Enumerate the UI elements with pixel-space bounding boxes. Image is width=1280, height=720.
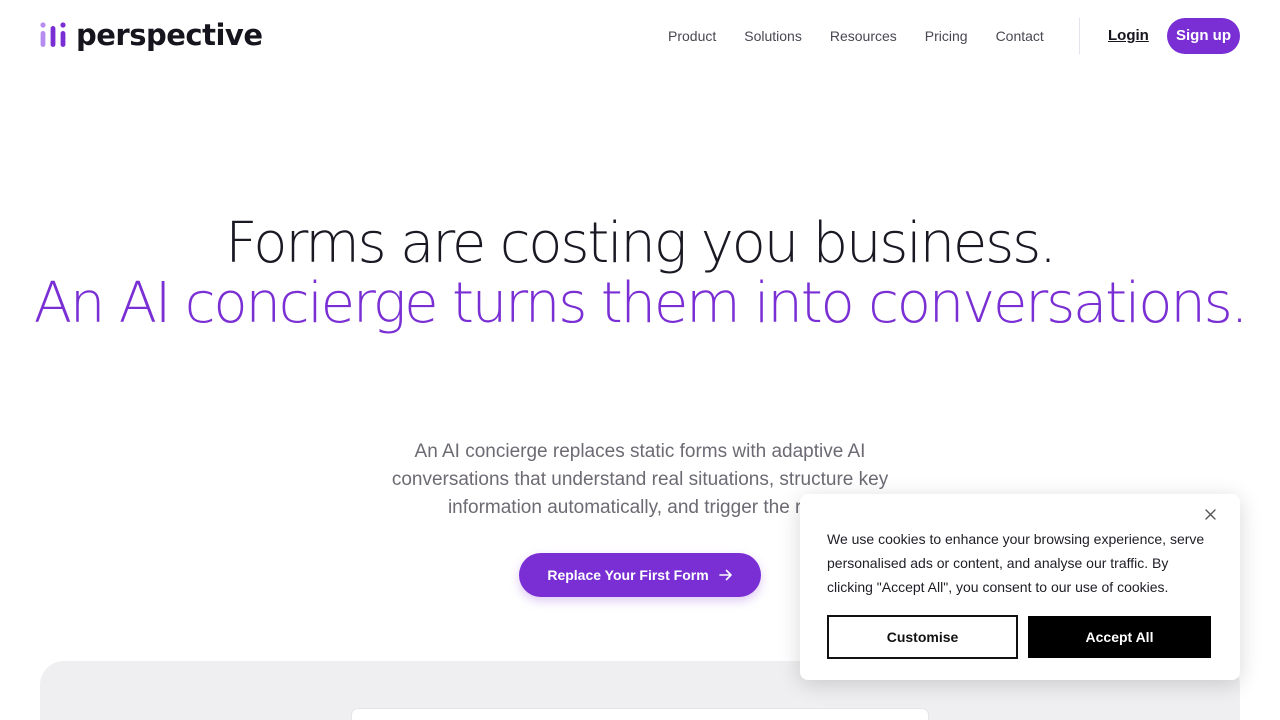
nav-divider [1079,18,1080,54]
perspective-logo-icon [40,22,66,47]
product-preview-card [352,709,928,720]
cta-label: Replace Your First Form [547,567,709,583]
hero-title: Forms are costing you business. An AI co… [0,214,1280,334]
close-icon [1204,508,1216,520]
main-nav: Product Solutions Resources Pricing Cont… [668,26,1072,46]
cookie-banner: We use cookies to enhance your browsing … [800,494,1240,680]
arrow-right-icon [718,569,732,581]
replace-first-form-button[interactable]: Replace Your First Form [519,553,761,597]
nav-contact[interactable]: Contact [996,26,1044,46]
nav-product[interactable]: Product [668,26,716,46]
cookie-message: We use cookies to enhance your browsing … [827,531,1205,595]
hero-title-line2: An AI concierge turns them into conversa… [33,271,1249,336]
nav-solutions[interactable]: Solutions [744,26,802,46]
nav-pricing[interactable]: Pricing [925,26,968,46]
cookie-close-button[interactable] [1200,504,1220,524]
logo-wordmark: perspective [76,18,263,52]
login-link[interactable]: Login [1108,26,1149,46]
hero-title-line1: Forms are costing you business. [225,211,1057,276]
site-header: perspective Product Solutions Resources … [0,0,1280,72]
logo[interactable]: perspective [40,18,263,52]
customise-button[interactable]: Customise [827,615,1018,659]
accept-all-button[interactable]: Accept All [1028,616,1211,658]
nav-resources[interactable]: Resources [830,26,897,46]
signup-button[interactable]: Sign up [1167,18,1240,54]
